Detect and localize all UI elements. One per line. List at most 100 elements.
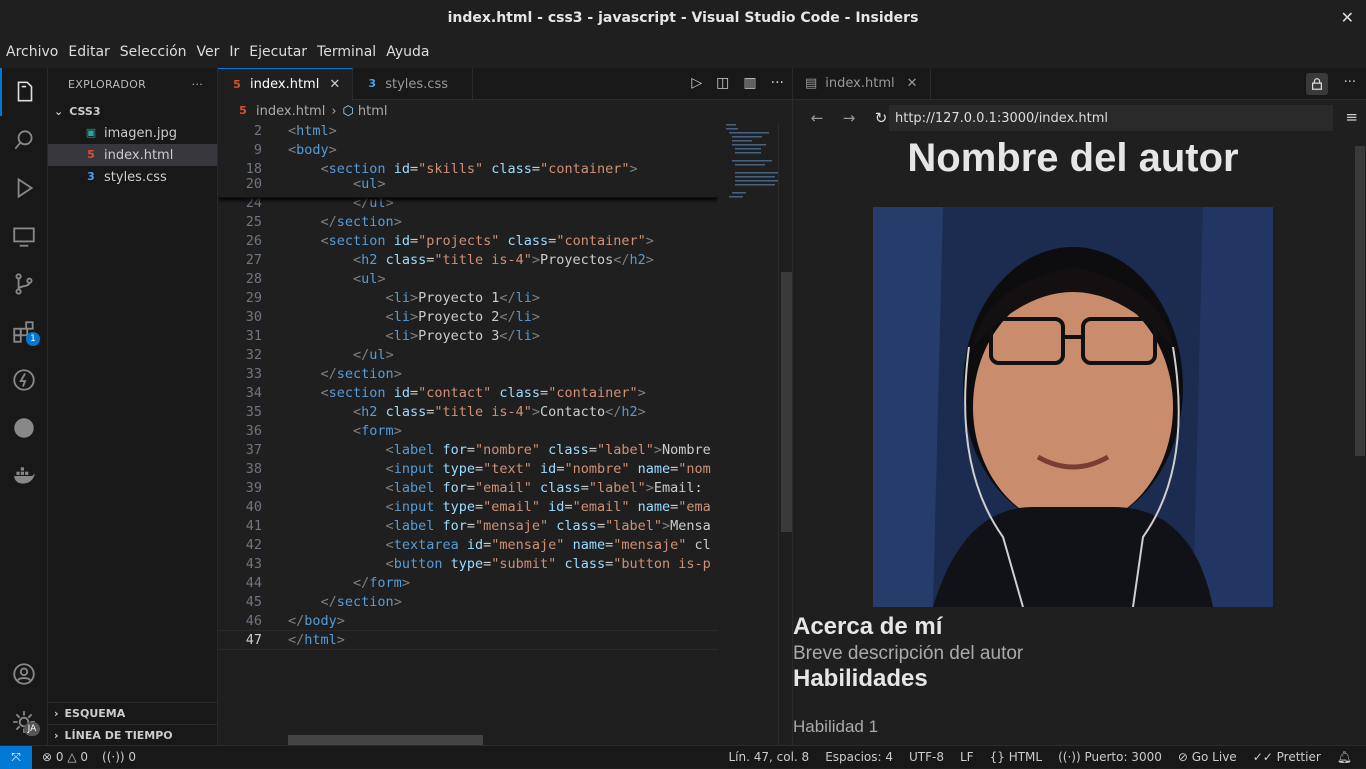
docker-icon[interactable] [0, 452, 48, 500]
forward-icon[interactable]: → [833, 109, 865, 127]
indentation[interactable]: Espacios: 4 [825, 750, 893, 764]
hamburger-menu-icon[interactable]: ≡ [1345, 108, 1358, 126]
code-line[interactable]: <section id="skills" class="container"> [288, 161, 638, 177]
remote-indicator-icon[interactable]: ⤧ [0, 745, 32, 769]
ports-indicator[interactable]: ((·)) 0 [102, 750, 136, 764]
code-line[interactable]: </ul> [288, 347, 394, 363]
editor-group: 5 index.html ✕ 3 styles.css ▷ ◫ ▥ ··· 5 … [218, 68, 793, 745]
menu-seleccion[interactable]: Selección [120, 44, 187, 60]
code-line[interactable]: <label for="nombre" class="label">Nombre [288, 442, 711, 458]
cursor-position[interactable]: Lín. 47, col. 8 [728, 750, 809, 764]
code-line[interactable]: <body> [288, 142, 337, 158]
file-index-html[interactable]: 5 index.html [48, 144, 217, 166]
notifications-bell-icon[interactable]: 🔔︎ [1337, 750, 1352, 764]
menu-ir[interactable]: Ir [229, 44, 239, 60]
close-window-icon[interactable]: ✕ [1341, 8, 1354, 27]
run-debug-icon[interactable] [0, 164, 48, 212]
code-line[interactable]: </section> [288, 594, 402, 610]
code-line[interactable]: <ul> [288, 176, 386, 192]
prettier-button[interactable]: ✓✓ Prettier [1253, 750, 1321, 764]
breadcrumb-element[interactable]: html [358, 104, 388, 119]
accounts-icon[interactable] [0, 650, 48, 698]
file-styles-css[interactable]: 3 styles.css [48, 166, 217, 188]
more-actions-icon[interactable]: ··· [192, 78, 203, 91]
code-line[interactable]: </body> [288, 613, 345, 629]
about-text: Breve descripción del autor [793, 643, 1024, 664]
lock-icon[interactable] [1306, 73, 1328, 95]
more-actions-icon[interactable]: ··· [1344, 75, 1356, 90]
settings-gear-icon[interactable]: JA [0, 698, 48, 746]
extensions-icon[interactable]: 1 [0, 308, 48, 356]
code-line[interactable]: </section> [288, 366, 402, 382]
menu-ver[interactable]: Ver [197, 44, 220, 60]
status-left: ⊗ 0 △ 0 ((·)) 0 [42, 750, 136, 764]
code-line[interactable]: <textarea id="mensaje" name="mensaje" cl [288, 537, 711, 553]
folder-css3[interactable]: ⌄ CSS3 [48, 100, 217, 122]
split-editor-icon[interactable]: ▥ [743, 75, 756, 91]
code-line[interactable]: </form> [288, 575, 410, 591]
line-number: 37 [245, 442, 262, 458]
code-line[interactable]: <label for="mensaje" class="label">Mensa [288, 518, 711, 534]
language-mode[interactable]: {} HTML [990, 750, 1043, 764]
menu-terminal[interactable]: Terminal [317, 44, 376, 60]
more-actions-icon[interactable]: ··· [771, 75, 784, 91]
run-icon[interactable]: ▷ [691, 75, 702, 91]
scrollbar-thumb[interactable] [1355, 146, 1365, 456]
tab-styles-css[interactable]: 3 styles.css [353, 68, 474, 100]
sticky-scroll[interactable]: 2 <html> 9 <body> 18 <section id="skills" cl… [218, 122, 718, 198]
remote-explorer-icon[interactable] [0, 212, 48, 260]
code-line[interactable]: <section id="projects" class="container"… [288, 233, 654, 249]
code-line[interactable]: <input type="text" id="nombre" name="nom [288, 461, 711, 477]
code-line[interactable]: <li>Proyecto 3</li> [288, 328, 541, 344]
live-server-port[interactable]: ((·)) Puerto: 3000 [1058, 750, 1162, 764]
encoding[interactable]: UTF-8 [909, 750, 944, 764]
outline-section[interactable]: › ESQUEMA [48, 702, 218, 724]
menu-archivo[interactable]: Archivo [6, 44, 58, 60]
code-line[interactable]: <li>Proyecto 2</li> [288, 309, 541, 325]
code-line[interactable]: <html> [288, 123, 337, 139]
end-of-line[interactable]: LF [960, 750, 974, 764]
source-control-icon[interactable] [0, 260, 48, 308]
code-line[interactable]: <h2 class="title is-4">Contacto</h2> [288, 404, 646, 420]
menu-editar[interactable]: Editar [68, 44, 109, 60]
code-line[interactable]: <button type="submit" class="button is-p [288, 556, 711, 572]
menu-ejecutar[interactable]: Ejecutar [249, 44, 307, 60]
code-line[interactable]: </html> [288, 632, 345, 648]
tab-preview-index[interactable]: ▤ index.html ✕ [793, 67, 931, 100]
line-number: 27 [245, 252, 262, 268]
code-line[interactable]: <label for="email" class="label">Email: [288, 480, 703, 496]
minimap[interactable] [726, 122, 778, 222]
code-line[interactable]: <input type="email" id="email" name="ema [288, 499, 711, 515]
code-line[interactable]: <section id="contact" class="container"> [288, 385, 646, 401]
line-number: 33 [245, 366, 262, 382]
timeline-section[interactable]: › LÍNEA DE TIEMPO [48, 724, 218, 746]
problems-indicator[interactable]: ⊗ 0 △ 0 [42, 750, 88, 764]
tab-label: styles.css [385, 76, 448, 92]
close-tab-icon[interactable]: ✕ [329, 77, 340, 92]
go-live-button[interactable]: ⊘ Go Live [1178, 750, 1237, 764]
breadcrumb-file[interactable]: index.html [256, 104, 325, 119]
lightning-icon[interactable] [0, 356, 48, 404]
menu-bar: Archivo Editar Selección Ver Ir Ejecutar… [0, 36, 1366, 68]
open-preview-icon[interactable]: ◫ [716, 75, 729, 91]
code-line[interactable]: <ul> [288, 271, 386, 287]
menu-ayuda[interactable]: Ayuda [386, 44, 429, 60]
preview-scrollbar[interactable] [1353, 136, 1366, 745]
back-icon[interactable]: ← [801, 109, 833, 127]
close-tab-icon[interactable]: ✕ [907, 76, 918, 91]
code-line[interactable]: <h2 class="title is-4">Proyectos</h2> [288, 252, 654, 268]
horizontal-scrollbar[interactable] [288, 735, 483, 745]
chevron-down-icon: ⌄ [54, 104, 64, 118]
tab-index-html[interactable]: 5 index.html ✕ [218, 68, 354, 100]
code-line[interactable]: <li>Proyecto 1</li> [288, 290, 541, 306]
code-line[interactable]: </section> [288, 214, 402, 230]
gitlens-icon[interactable] [0, 404, 48, 452]
search-icon[interactable] [0, 116, 48, 164]
line-number: 47 [245, 632, 262, 648]
file-imagen-jpg[interactable]: ▣ imagen.jpg [48, 122, 217, 144]
url-input[interactable]: http://127.0.0.1:3000/index.html [889, 105, 1333, 131]
code-line[interactable]: <form> [288, 423, 402, 439]
editor-scrollbar[interactable] [778, 122, 793, 745]
code-area[interactable]: 24 </ul> 25 </section> 26 <section id="pro… [218, 122, 718, 745]
explorer-icon[interactable] [0, 68, 48, 116]
